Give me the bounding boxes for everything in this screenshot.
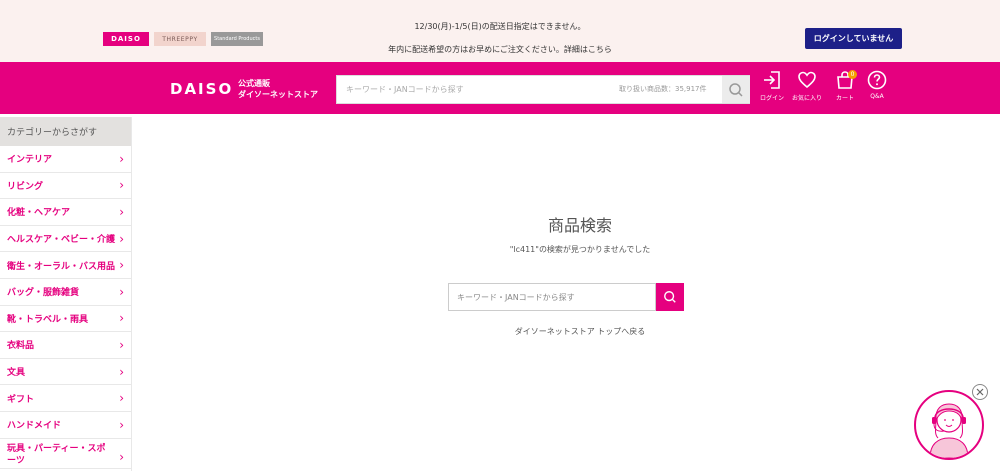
qa-nav-label: Q&A — [870, 93, 884, 100]
qa-nav-button[interactable]: Q&A — [860, 70, 894, 110]
sidebar-header: カテゴリーからさがす — [0, 117, 132, 146]
sidebar-divider — [131, 117, 132, 471]
sidebar-item-label: リビング — [7, 181, 44, 192]
sidebar-item-gift[interactable]: ギフト › — [0, 385, 132, 412]
sidebar-item-hygiene[interactable]: 衛生・オーラル・バス用品 › — [0, 252, 132, 279]
chat-assistant-button[interactable] — [914, 390, 984, 460]
chevron-right-icon: › — [119, 231, 124, 246]
login-nav-button[interactable]: ログイン — [755, 70, 789, 110]
favorites-nav-button[interactable]: お気に入り — [790, 70, 824, 110]
item-count: 取り扱い商品数：35,917件 — [619, 85, 707, 93]
favorites-nav-label: お気に入り — [791, 95, 822, 102]
chevron-right-icon: › — [119, 284, 124, 299]
chevron-right-icon: › — [119, 449, 124, 464]
sidebar-item-label: 化粧・ヘアケア — [7, 208, 71, 219]
main-search-button[interactable] — [656, 283, 684, 311]
chevron-right-icon: › — [119, 417, 124, 432]
sidebar-item-interior[interactable]: インテリア › — [0, 146, 132, 173]
login-status-button[interactable]: ログインしていません — [805, 28, 902, 49]
sidebar-item-label: 靴・トラベル・雨具 — [7, 314, 89, 325]
logo-subtitle-official: 公式通販 — [238, 79, 270, 88]
search-icon — [664, 291, 676, 303]
sidebar-item-bags[interactable]: バッグ・服飾雑貨 › — [0, 278, 132, 306]
logo-subtitle-store: ダイソーネットストア — [238, 90, 318, 99]
sidebar-item-clothing[interactable]: 衣料品 › — [0, 332, 132, 359]
sidebar-item-shoes-travel[interactable]: 靴・トラベル・雨具 › — [0, 305, 132, 333]
chevron-right-icon: › — [119, 337, 124, 352]
chevron-right-icon: › — [119, 364, 124, 379]
back-to-top-link[interactable]: ダイソーネットストア トップへ戻る — [430, 326, 730, 337]
sidebar-item-handmade[interactable]: ハンドメイド › — [0, 411, 132, 439]
sidebar-item-label: 文具 — [7, 368, 26, 379]
sidebar-item-label: ヘルスケア・ベビー・介護 — [7, 235, 116, 246]
header-search-button[interactable] — [722, 76, 750, 103]
cart-nav-button[interactable]: 0 カート — [828, 70, 862, 110]
close-icon — [976, 388, 984, 396]
page-title: 商品検索 — [547, 216, 612, 235]
heart-icon — [798, 71, 816, 89]
chevron-right-icon: › — [119, 258, 124, 273]
chevron-right-icon: › — [119, 391, 124, 406]
sidebar-item-cosmetics[interactable]: 化粧・ヘアケア › — [0, 199, 132, 226]
category-sidebar: カテゴリーからさがす インテリア › リビング › 化粧・ヘアケア › ヘルスケア・ベ… — [0, 117, 132, 469]
main-search-input[interactable] — [448, 283, 656, 311]
support-agent-icon — [929, 403, 969, 458]
chevron-right-icon: › — [119, 311, 124, 326]
header-search-box: 取り扱い商品数：35,917件 — [336, 75, 750, 104]
sidebar-item-label: ハンドメイド — [7, 421, 62, 432]
sidebar-item-label: インテリア — [7, 155, 53, 166]
sidebar-item-label: 衛生・オーラル・バス用品 — [7, 261, 116, 272]
login-icon — [764, 71, 780, 89]
search-icon — [729, 82, 743, 97]
question-icon — [867, 70, 887, 90]
header-search-input[interactable] — [337, 76, 617, 103]
chevron-right-icon: › — [119, 178, 124, 193]
main-search-box — [448, 283, 684, 311]
cart-count-badge: 0 — [848, 70, 857, 79]
sidebar-item-label: 衣料品 — [7, 341, 35, 352]
sidebar-item-living[interactable]: リビング › — [0, 172, 132, 200]
sidebar-item-label: バッグ・服飾雑貨 — [7, 288, 80, 299]
sidebar-item-healthcare[interactable]: ヘルスケア・ベビー・介護 › — [0, 225, 132, 253]
chevron-right-icon: › — [119, 204, 124, 219]
sidebar-item-label: ギフト — [7, 394, 35, 405]
sidebar-item-stationery[interactable]: 文具 › — [0, 358, 132, 386]
login-nav-label: ログイン — [759, 95, 784, 102]
site-logo[interactable]: DAISO — [170, 80, 233, 98]
no-results-message: "lc411"の検索が見つかりませんでした — [509, 245, 651, 254]
cart-nav-label: カート — [835, 95, 854, 102]
chevron-right-icon: › — [119, 151, 124, 166]
chat-close-button[interactable] — [972, 384, 988, 400]
sidebar-item-label: 玩具・パーティー・スポーツ — [7, 443, 106, 466]
sidebar-item-toys-sports[interactable]: 玩具・パーティー・スポーツ › — [0, 438, 132, 469]
